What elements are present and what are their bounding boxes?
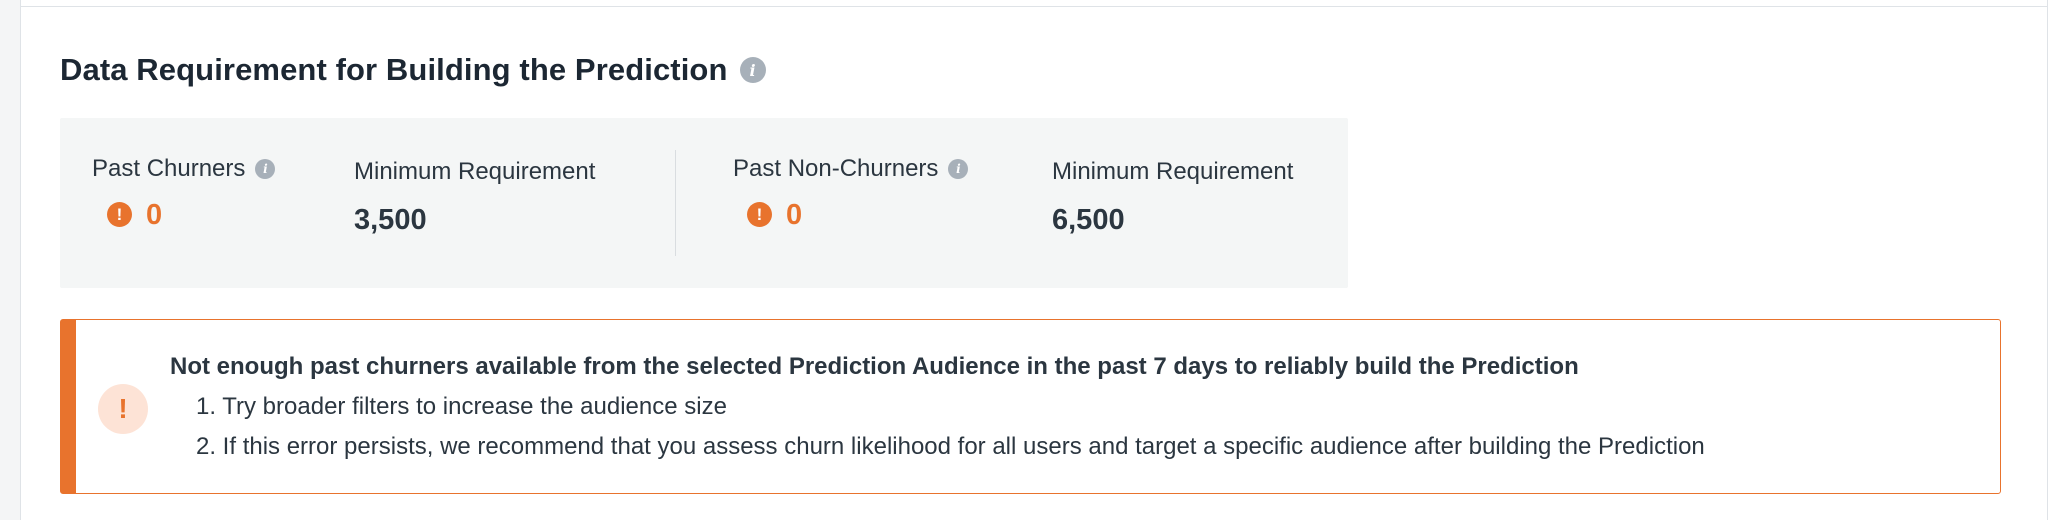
non-churners-min-requirement-label: Minimum Requirement: [1052, 158, 1294, 185]
requirements-panel: Past Churners i ! 0 Minimum Requirement …: [60, 118, 1348, 288]
exclamation-icon: !: [98, 384, 148, 434]
section-header: Data Requirement for Building the Predic…: [60, 52, 766, 88]
churners-min-requirement-label: Minimum Requirement: [354, 158, 596, 185]
past-non-churners-label-row: Past Non-Churners i: [733, 155, 969, 183]
error-alert: ! Not enough past churners available fro…: [60, 319, 2001, 494]
non-churners-min-requirement-value: 6,500: [1052, 204, 1125, 236]
warning-icon: !: [107, 202, 132, 227]
past-non-churners-label: Past Non-Churners: [733, 155, 939, 182]
section-title: Data Requirement for Building the Predic…: [60, 52, 728, 87]
past-churners-label: Past Churners: [92, 155, 246, 182]
past-non-churners-value: 0: [786, 199, 803, 231]
info-icon[interactable]: i: [948, 159, 969, 179]
card-top-divider: [20, 6, 2048, 7]
alert-list-item: 1. Try broader filters to increase the a…: [196, 393, 727, 420]
past-churners-value: 0: [146, 199, 163, 231]
alert-title: Not enough past churners available from …: [170, 353, 1579, 380]
past-churners-label-row: Past Churners i: [92, 155, 276, 183]
churners-min-requirement-value: 3,500: [354, 204, 427, 236]
requirements-divider: [675, 150, 676, 256]
info-icon[interactable]: i: [255, 159, 276, 179]
info-icon[interactable]: i: [739, 57, 766, 83]
alert-list-item: 2. If this error persists, we recommend …: [196, 433, 1705, 460]
warning-icon: !: [747, 202, 772, 227]
